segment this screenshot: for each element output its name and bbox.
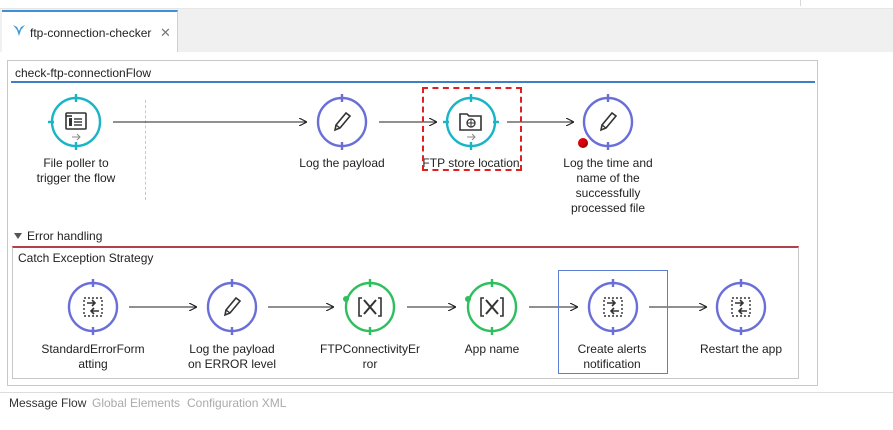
eh-label-app-name: App name: [464, 342, 520, 356]
selected-ftp-highlight: [422, 87, 522, 171]
node-label-log-time: Log the time and name of the successfull…: [563, 156, 653, 215]
eh-label-log-error: Log the payload on ERROR level: [187, 342, 277, 371]
logger-node[interactable]: [204, 279, 260, 335]
breakpoint-icon[interactable]: [578, 138, 588, 148]
transformer-node[interactable]: [585, 279, 641, 335]
collapse-triangle-icon: [14, 232, 22, 239]
logger-node[interactable]: [314, 94, 370, 150]
error-handling-label: Error handling: [27, 229, 103, 243]
transformer-node[interactable]: [65, 279, 121, 335]
node-label-log-payload: Log the payload: [299, 156, 385, 170]
eh-label-standard-error: StandardErrorForm atting: [41, 342, 145, 371]
tab-global-elements[interactable]: Global Elements: [92, 396, 180, 410]
tab-message-flow[interactable]: Message Flow: [9, 396, 86, 410]
transformer-node[interactable]: [713, 279, 769, 335]
logger-node[interactable]: [580, 94, 636, 150]
tab-configuration-xml[interactable]: Configuration XML: [187, 396, 286, 410]
error-handling-toggle[interactable]: Error handling: [14, 229, 102, 243]
ftp-connectivity-node[interactable]: [342, 279, 398, 335]
bottom-tab-bar: Message Flow Global Elements Configurati…: [0, 392, 893, 430]
eh-label-restart-app: Restart the app: [699, 342, 783, 356]
node-label-file-poller: File poller to trigger the flow: [36, 156, 116, 185]
file-poller-node[interactable]: [48, 94, 104, 150]
app-name-node[interactable]: [464, 279, 520, 335]
eh-label-ftp-connectivity: FTPConnectivityEr ror: [319, 342, 421, 371]
catch-exception-title: Catch Exception Strategy: [18, 251, 154, 265]
eh-label-create-alerts: Create alerts notification: [577, 342, 647, 371]
